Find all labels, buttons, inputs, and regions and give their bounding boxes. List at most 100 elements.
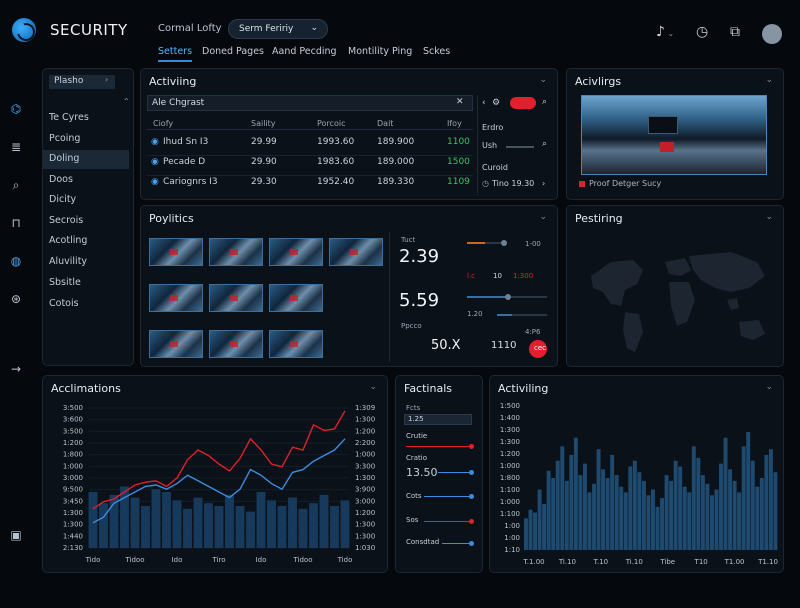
side-value: Tino 19.30 bbox=[492, 179, 535, 188]
bar bbox=[560, 446, 565, 550]
sidebar-item[interactable]: Doos bbox=[43, 171, 129, 190]
bar bbox=[524, 518, 528, 550]
sidebar-item[interactable]: Cotois bbox=[43, 295, 129, 314]
bar bbox=[193, 497, 203, 548]
puzzle-icon[interactable]: ⧉ bbox=[730, 24, 740, 40]
camera-thumbnail[interactable] bbox=[209, 330, 263, 358]
lock-icon[interactable]: ⊓ bbox=[7, 214, 25, 232]
search-input[interactable]: Ale Chgrast bbox=[147, 95, 473, 111]
bar bbox=[768, 449, 773, 550]
table-cell: 1100 bbox=[447, 137, 470, 147]
chevron-up-icon[interactable]: ⌃ bbox=[123, 97, 130, 106]
bar bbox=[655, 506, 660, 550]
slider-handle[interactable] bbox=[501, 240, 507, 246]
sidebar-item[interactable]: Te Cyres bbox=[43, 109, 129, 128]
chart-icon[interactable]: ▣ bbox=[7, 526, 25, 544]
world-map[interactable] bbox=[581, 236, 777, 360]
activiling-chart[interactable]: 1:500 1:400 1:300 1:300 1:200 1:000 1:800 1:100… bbox=[490, 398, 784, 573]
camera-feed[interactable] bbox=[581, 95, 767, 175]
icon-rail: ⌬ ≣ ⌕ ⊓ ◍ ⊛ → ▣ bbox=[0, 66, 32, 608]
factinals-label: Sos bbox=[406, 516, 419, 524]
sidebar-item[interactable]: Secrois bbox=[43, 212, 129, 231]
stack-icon[interactable]: ≣ bbox=[7, 138, 25, 156]
y-tick-label-right: 1:200 bbox=[355, 427, 375, 435]
bar bbox=[623, 492, 628, 550]
factinals-input[interactable]: 1.25 bbox=[404, 414, 472, 425]
chevron-right-icon[interactable]: › bbox=[542, 179, 545, 188]
camera-thumbnail[interactable] bbox=[269, 330, 323, 358]
camera-thumbnail[interactable] bbox=[329, 238, 383, 266]
slider[interactable] bbox=[497, 314, 547, 316]
bar bbox=[773, 472, 778, 550]
tab-montility-ping[interactable]: Montility Ping bbox=[348, 46, 412, 57]
slider-handle[interactable] bbox=[505, 294, 511, 300]
sidebar-item[interactable]: Dicity bbox=[43, 191, 129, 210]
activity-panel: Activiing ⌄ Ale Chgrast ✕ Ciofy Saility … bbox=[140, 68, 558, 200]
tab-setters[interactable]: Setters bbox=[158, 46, 193, 62]
table-cell: 1993.60 bbox=[317, 137, 355, 147]
bar bbox=[151, 489, 161, 548]
camera-thumbnail[interactable] bbox=[269, 284, 323, 312]
settings-icon[interactable]: ⊛ bbox=[7, 290, 25, 308]
environment-select[interactable]: Serm Feririy ⌄ bbox=[228, 19, 328, 39]
table-row[interactable]: ◉ Cariognrs I3 29.30 1952.40 189.330 110… bbox=[147, 177, 473, 195]
y-tick-label-right: 1:200 bbox=[355, 509, 375, 517]
close-icon[interactable]: ✕ bbox=[456, 97, 464, 107]
y-tick-label: 3:000 bbox=[63, 474, 83, 482]
camera-thumbnail[interactable] bbox=[269, 238, 323, 266]
music-icon[interactable]: ♪ ⌄ bbox=[656, 24, 674, 40]
table-row[interactable]: ◉ Pecade D 29.90 1983.60 189.000 1500 bbox=[147, 157, 473, 175]
clock-icon[interactable]: ◷ bbox=[696, 24, 708, 40]
camera-thumbnail[interactable] bbox=[209, 284, 263, 312]
factinals-line bbox=[424, 494, 474, 499]
edit-icon[interactable]: ⌕ bbox=[542, 139, 547, 149]
tab-sckes[interactable]: Sckes bbox=[423, 46, 450, 57]
bar bbox=[646, 495, 651, 550]
sidebar-item[interactable]: Acotling bbox=[43, 232, 129, 251]
bar bbox=[246, 511, 255, 548]
avatar[interactable] bbox=[762, 24, 782, 44]
shield-icon: ◉ bbox=[151, 177, 159, 187]
stat-label: Tuct bbox=[401, 236, 416, 244]
y-tick-label: 1:200 bbox=[63, 439, 83, 447]
sidebar-item[interactable]: Doling bbox=[43, 150, 129, 169]
sidebar-item[interactable]: Aluvility bbox=[43, 253, 129, 272]
alert-toggle[interactable] bbox=[510, 97, 536, 109]
camera-thumbnail[interactable] bbox=[209, 238, 263, 266]
breadcrumb[interactable]: Cormal Lofty bbox=[158, 23, 222, 34]
bar bbox=[204, 503, 213, 548]
bar bbox=[669, 480, 674, 550]
bar bbox=[277, 506, 287, 548]
y-tick-label: 1:00 bbox=[504, 522, 520, 530]
network-icon[interactable]: ⌬ bbox=[7, 100, 25, 118]
chevron-down-icon[interactable]: ⌄ bbox=[765, 382, 773, 392]
gear-icon[interactable]: ⚙ bbox=[492, 98, 500, 108]
sidebar-item[interactable]: Pcoing bbox=[43, 130, 129, 149]
arrow-right-icon[interactable]: → bbox=[7, 360, 25, 378]
chevron-down-icon[interactable]: ⌄ bbox=[539, 75, 547, 85]
camera-thumbnail[interactable] bbox=[149, 330, 203, 358]
bar bbox=[569, 454, 574, 550]
table-cell: 189.000 bbox=[377, 157, 415, 167]
camera-thumbnail[interactable] bbox=[149, 238, 203, 266]
chevron-left-icon[interactable]: ‹ bbox=[482, 98, 486, 108]
table-row[interactable]: ◉ Ihud Sn I3 29.99 1993.60 189.900 1100 bbox=[147, 137, 473, 155]
sidebar-item[interactable]: Sbsitle bbox=[43, 274, 129, 293]
acclimations-chart[interactable]: 3:500 3:600 3:500 1:200 1:800 1:000 3:000 9:500… bbox=[43, 398, 388, 573]
chevron-down-icon[interactable]: ⌄ bbox=[369, 382, 377, 392]
tab-aand-pecding[interactable]: Aand Pecding bbox=[272, 46, 337, 57]
side-slider[interactable] bbox=[506, 146, 534, 148]
bar bbox=[309, 503, 318, 548]
chevron-down-icon[interactable]: ⌄ bbox=[539, 212, 547, 222]
search-icon[interactable]: ⌕ bbox=[7, 176, 25, 194]
search-icon[interactable]: ⌕ bbox=[542, 97, 547, 107]
bar bbox=[619, 486, 624, 550]
globe-icon[interactable]: ◍ bbox=[7, 252, 25, 270]
chevron-down-icon[interactable]: ⌄ bbox=[765, 75, 773, 85]
chevron-down-icon[interactable]: ⌄ bbox=[765, 212, 773, 222]
bar bbox=[551, 478, 556, 550]
bar bbox=[732, 480, 737, 550]
table-cell: 189.330 bbox=[377, 177, 415, 187]
tab-doned-pages[interactable]: Doned Pages bbox=[202, 46, 264, 57]
camera-thumbnail[interactable] bbox=[149, 284, 203, 312]
